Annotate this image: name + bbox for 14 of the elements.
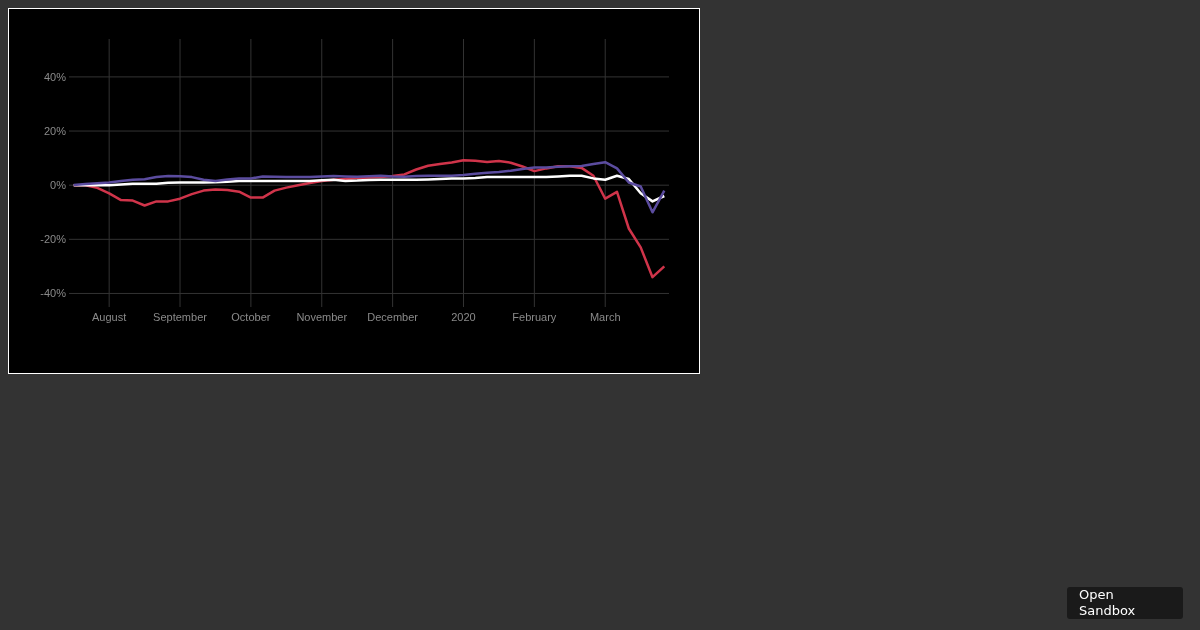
x-axis-label: November [296, 311, 348, 323]
x-axis-label: February [512, 311, 557, 323]
y-axis-label: -40% [40, 287, 66, 300]
y-axis-label: -20% [40, 233, 66, 246]
x-axis-label: 2020 [451, 311, 476, 323]
y-axis-label: 20% [43, 125, 66, 138]
x-axis-label: September [153, 311, 207, 323]
y-axis-label: 40% [43, 70, 66, 83]
x-axis-label: October [231, 311, 271, 323]
x-axis-label: March [589, 311, 621, 323]
open-sandbox-button[interactable]: Open Sandbox [1067, 587, 1183, 619]
y-axis-label: 0% [50, 179, 66, 192]
x-axis-label: December [367, 311, 418, 323]
x-axis-label: August [92, 311, 127, 323]
